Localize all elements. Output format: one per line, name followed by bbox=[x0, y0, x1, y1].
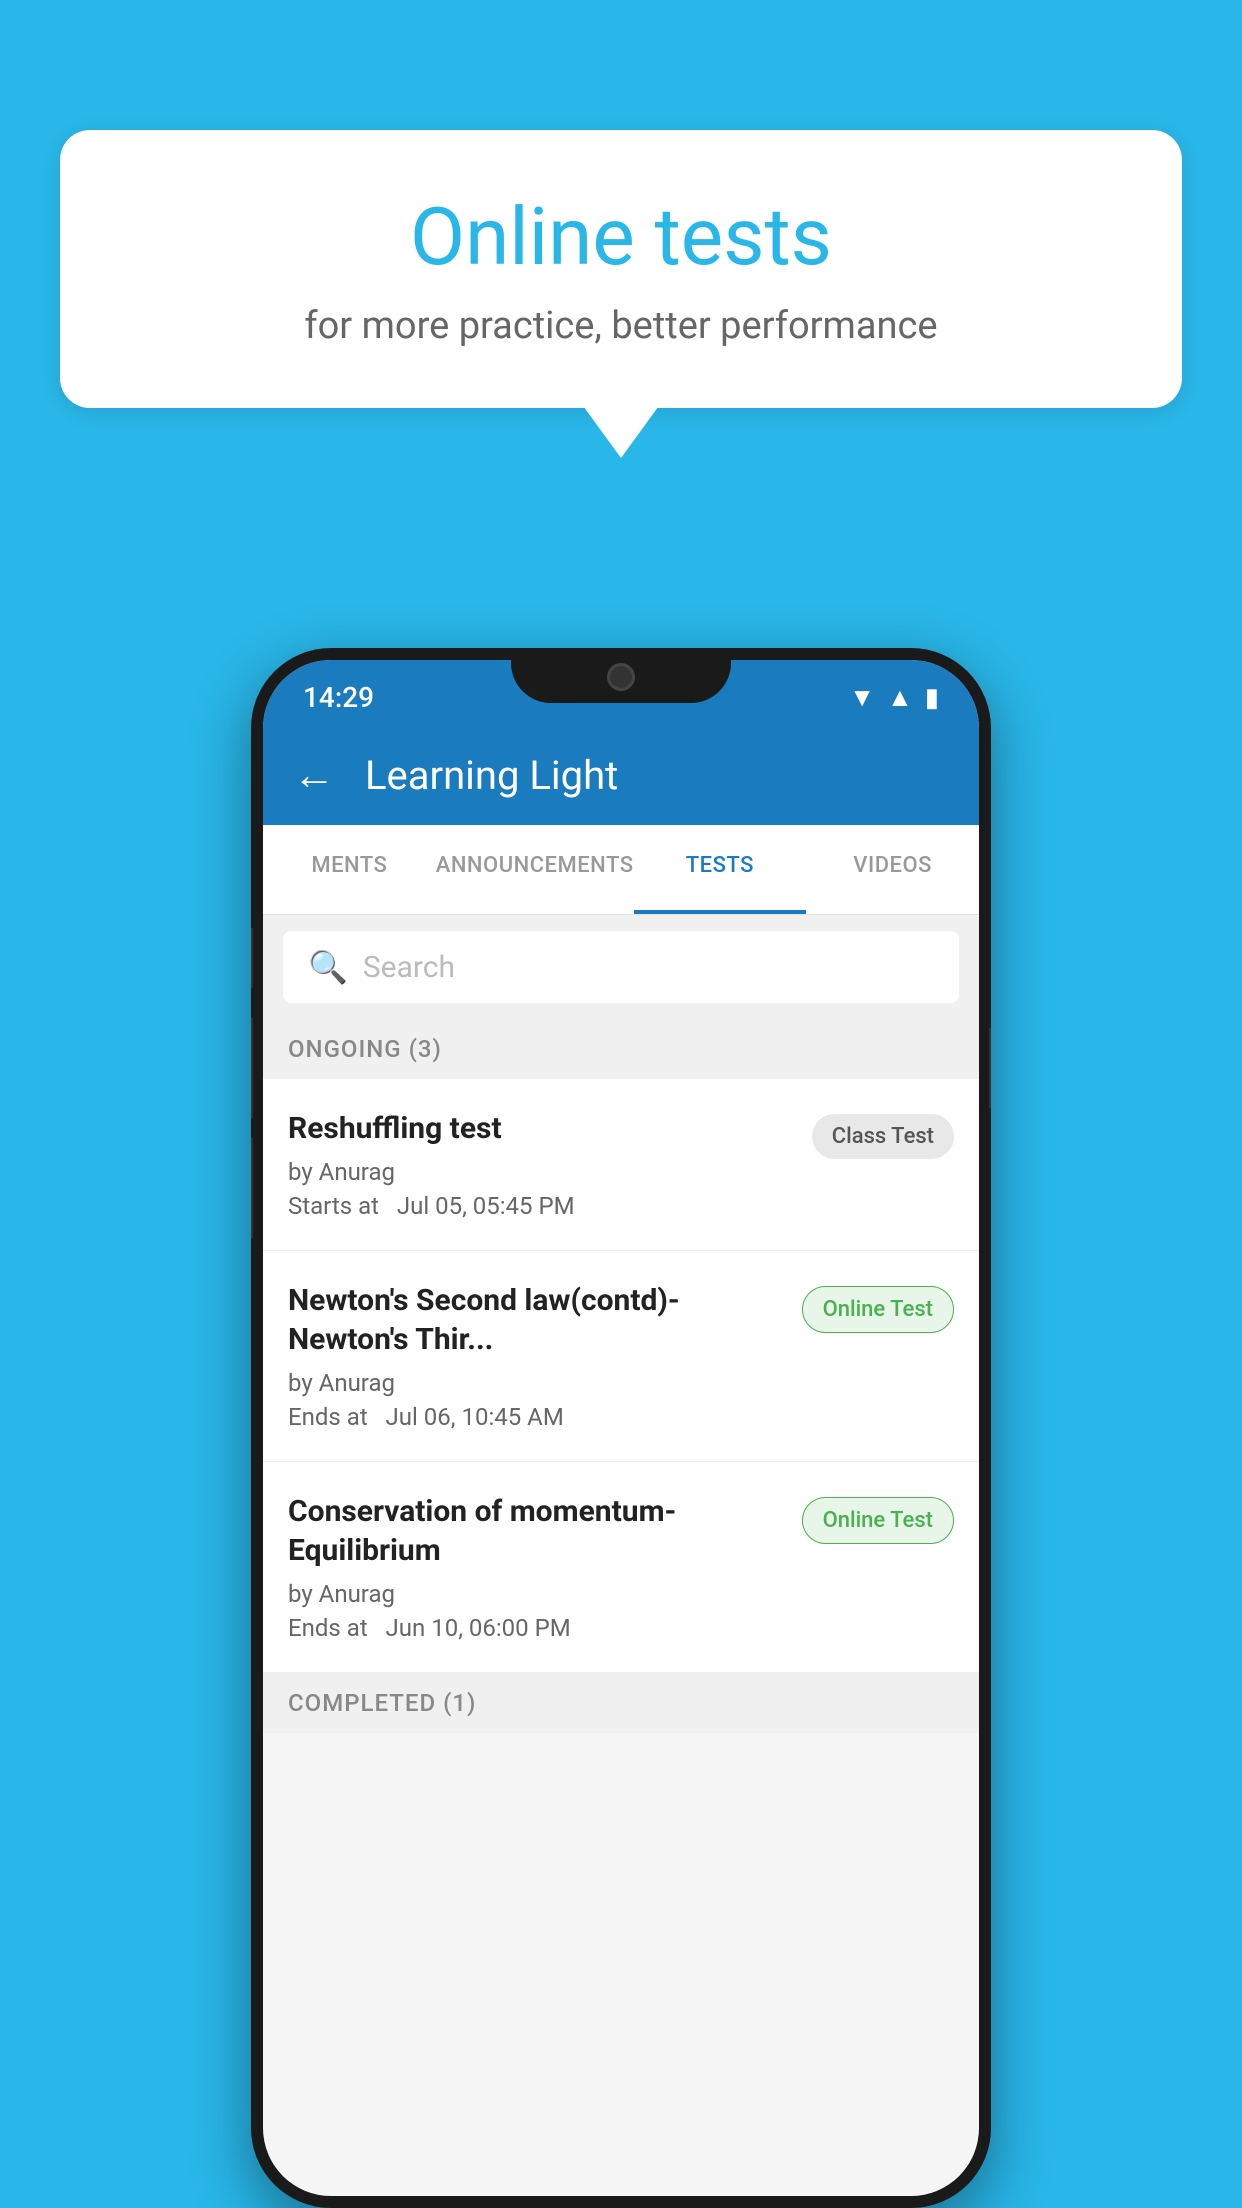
badge-reshuffling: Class Test bbox=[812, 1114, 954, 1159]
time-label-conservation: Ends at bbox=[288, 1614, 368, 1642]
test-author-reshuffling: by Anurag bbox=[288, 1158, 792, 1186]
test-time-reshuffling: Starts at Jul 05, 05:45 PM bbox=[288, 1192, 792, 1220]
tab-announcements[interactable]: ANNOUNCEMENTS bbox=[436, 825, 634, 914]
test-author-newton: by Anurag bbox=[288, 1369, 782, 1397]
badge-conservation: Online Test bbox=[802, 1497, 954, 1544]
search-container: 🔍 Search bbox=[263, 915, 979, 1019]
test-name-newton: Newton's Second law(contd)-Newton's Thir… bbox=[288, 1281, 782, 1359]
badge-newton: Online Test bbox=[802, 1286, 954, 1333]
battery-icon: ▮ bbox=[925, 683, 939, 713]
phone-screen: 14:29 ▼ ▲ ▮ ← Learning Light MENTS ANNOU… bbox=[263, 660, 979, 2196]
test-info-newton: Newton's Second law(contd)-Newton's Thir… bbox=[288, 1281, 782, 1431]
time-value-conservation: Jun 10, 06:00 PM bbox=[386, 1614, 571, 1642]
test-item-conservation[interactable]: Conservation of momentum-Equilibrium by … bbox=[263, 1462, 979, 1673]
speech-bubble: Online tests for more practice, better p… bbox=[60, 130, 1182, 408]
test-author-conservation: by Anurag bbox=[288, 1580, 782, 1608]
test-item-newton[interactable]: Newton's Second law(contd)-Newton's Thir… bbox=[263, 1251, 979, 1462]
app-bar-title: Learning Light bbox=[365, 752, 618, 799]
ongoing-section-header: ONGOING (3) bbox=[263, 1019, 979, 1079]
time-value-reshuffling: Jul 05, 05:45 PM bbox=[397, 1192, 575, 1220]
test-name-conservation: Conservation of momentum-Equilibrium bbox=[288, 1492, 782, 1570]
time-label-newton: Ends at bbox=[288, 1403, 368, 1431]
test-name-reshuffling: Reshuffling test bbox=[288, 1109, 792, 1148]
tab-ments[interactable]: MENTS bbox=[263, 825, 436, 914]
phone-notch bbox=[511, 648, 731, 703]
tab-videos[interactable]: VIDEOS bbox=[806, 825, 979, 914]
test-item-reshuffling[interactable]: Reshuffling test by Anurag Starts at Jul… bbox=[263, 1079, 979, 1251]
test-time-newton: Ends at Jul 06, 10:45 AM bbox=[288, 1403, 782, 1431]
back-button[interactable]: ← bbox=[293, 751, 335, 800]
volume-up-button bbox=[251, 1018, 253, 1118]
speech-bubble-container: Online tests for more practice, better p… bbox=[60, 130, 1182, 408]
test-info-reshuffling: Reshuffling test by Anurag Starts at Jul… bbox=[288, 1109, 792, 1220]
status-icons: ▼ ▲ ▮ bbox=[849, 682, 939, 713]
search-placeholder: Search bbox=[363, 950, 455, 985]
app-bar: ← Learning Light bbox=[263, 725, 979, 825]
tabs-bar: MENTS ANNOUNCEMENTS TESTS VIDEOS bbox=[263, 825, 979, 915]
test-time-conservation: Ends at Jun 10, 06:00 PM bbox=[288, 1614, 782, 1642]
completed-section-header: COMPLETED (1) bbox=[263, 1673, 979, 1733]
volume-silent-button bbox=[251, 928, 253, 988]
volume-down-button bbox=[251, 1138, 253, 1238]
signal-icon: ▲ bbox=[887, 682, 913, 713]
power-button bbox=[989, 1028, 991, 1108]
tab-tests[interactable]: TESTS bbox=[634, 825, 807, 914]
time-label-reshuffling: Starts at bbox=[288, 1192, 379, 1220]
test-info-conservation: Conservation of momentum-Equilibrium by … bbox=[288, 1492, 782, 1642]
time-value-newton: Jul 06, 10:45 AM bbox=[386, 1403, 564, 1431]
search-bar[interactable]: 🔍 Search bbox=[283, 931, 959, 1003]
phone-camera bbox=[607, 663, 635, 691]
bubble-title: Online tests bbox=[140, 190, 1102, 284]
wifi-icon: ▼ bbox=[849, 682, 875, 713]
phone-frame: 14:29 ▼ ▲ ▮ ← Learning Light MENTS ANNOU… bbox=[251, 648, 991, 2208]
test-list: Reshuffling test by Anurag Starts at Jul… bbox=[263, 1079, 979, 1673]
bubble-subtitle: for more practice, better performance bbox=[140, 304, 1102, 348]
status-time: 14:29 bbox=[303, 681, 374, 714]
phone-container: 14:29 ▼ ▲ ▮ ← Learning Light MENTS ANNOU… bbox=[251, 648, 991, 2208]
search-icon: 🔍 bbox=[308, 948, 348, 986]
